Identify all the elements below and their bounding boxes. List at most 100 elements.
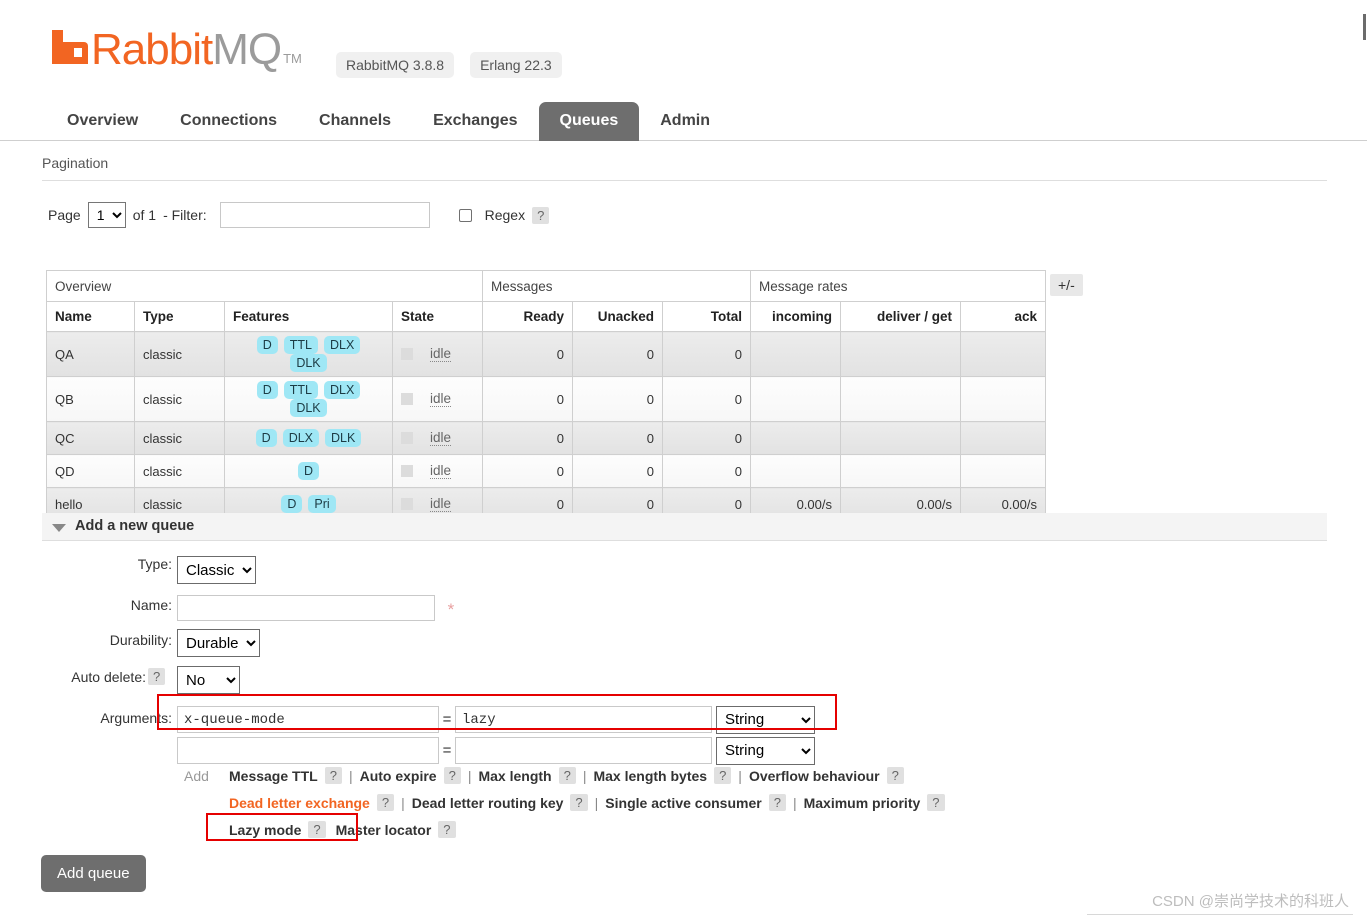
preset-master-locator[interactable]: Master locator bbox=[336, 822, 432, 838]
cell-total: 0 bbox=[662, 421, 751, 455]
argument-key-input-2[interactable] bbox=[177, 737, 439, 764]
preset-auto-expire-help-icon[interactable]: ? bbox=[443, 767, 461, 784]
toggle-columns-button[interactable]: +/- bbox=[1050, 274, 1083, 296]
state-label: idle bbox=[430, 346, 452, 362]
col-incoming[interactable]: incoming bbox=[750, 301, 841, 332]
preset-max-length-help-icon[interactable]: ? bbox=[558, 767, 576, 784]
preset-message-ttl-help-icon[interactable]: ? bbox=[324, 767, 342, 784]
add-queue-section-bar[interactable]: Add a new queue bbox=[42, 513, 1327, 541]
preset-dead-letter-routing-key[interactable]: Dead letter routing key bbox=[412, 795, 564, 811]
cell-incoming bbox=[750, 376, 841, 422]
preset-master-locator-help-icon[interactable]: ? bbox=[438, 821, 456, 838]
preset-overflow-behaviour[interactable]: Overflow behaviour bbox=[749, 768, 880, 784]
col-deliver-get[interactable]: deliver / get bbox=[840, 301, 961, 332]
preset-single-active-consumer[interactable]: Single active consumer bbox=[605, 795, 761, 811]
preset-dead-letter-exchange[interactable]: Dead letter exchange bbox=[229, 795, 370, 811]
group-header-overview: Overview bbox=[46, 270, 483, 302]
trademark-mark: TM bbox=[283, 51, 302, 66]
regex-checkbox[interactable] bbox=[458, 208, 472, 222]
argument-value-input-2[interactable] bbox=[455, 737, 712, 764]
group-header-message-rates: Message rates bbox=[750, 270, 1046, 302]
preset-row-1: Add Message TTL ? | Auto expire ? | Max … bbox=[0, 762, 1367, 789]
preset-message-ttl[interactable]: Message TTL bbox=[229, 768, 318, 784]
filter-label: - Filter: bbox=[163, 207, 207, 223]
auto-delete-select[interactable]: No bbox=[177, 666, 240, 694]
required-marker: * bbox=[447, 599, 455, 619]
cell-queue-name[interactable]: QD bbox=[46, 454, 135, 488]
cell-queue-name[interactable]: QA bbox=[46, 331, 135, 377]
form-row-name: Name: * bbox=[0, 591, 1367, 626]
name-input[interactable] bbox=[177, 595, 435, 621]
col-ready[interactable]: Ready bbox=[482, 301, 573, 332]
preset-separator-5: | bbox=[401, 794, 405, 811]
argument-type-select-2[interactable]: String bbox=[716, 736, 815, 765]
add-queue-button[interactable]: Add queue bbox=[41, 855, 146, 892]
cell-ack bbox=[960, 454, 1046, 488]
cell-queue-name[interactable]: QB bbox=[46, 376, 135, 422]
queues-table-body: QA classic D TTL DLXDLK idle 0 0 0 QB classic D TTL D… bbox=[46, 331, 1046, 521]
preset-dead-letter-routing-key-help-icon[interactable]: ? bbox=[570, 794, 588, 811]
page-total-label: of 1 bbox=[132, 207, 157, 223]
feature-tag: DLX bbox=[323, 381, 361, 399]
col-total[interactable]: Total bbox=[662, 301, 751, 332]
page-select[interactable]: 1 bbox=[87, 202, 126, 228]
cell-queue-name[interactable]: QC bbox=[46, 421, 135, 455]
version-badges: RabbitMQ 3.8.8 Erlang 22.3 bbox=[336, 52, 562, 78]
feature-tag: D bbox=[256, 381, 278, 399]
tab-admin[interactable]: Admin bbox=[639, 102, 731, 141]
col-name[interactable]: Name bbox=[46, 301, 135, 332]
tab-channels[interactable]: Channels bbox=[298, 102, 412, 141]
cell-unacked: 0 bbox=[572, 454, 663, 488]
cell-incoming bbox=[750, 454, 841, 488]
cell-total: 0 bbox=[662, 454, 751, 488]
preset-separator-2: | bbox=[467, 767, 472, 784]
page-header: RabbitMQ TM RabbitMQ 3.8.8 Erlang 22.3 bbox=[0, 0, 1367, 100]
preset-overflow-behaviour-help-icon[interactable]: ? bbox=[886, 767, 904, 784]
page-label: Page bbox=[48, 207, 81, 223]
tab-overview[interactable]: Overview bbox=[46, 102, 159, 141]
cell-queue-state: idle bbox=[392, 376, 483, 422]
preset-auto-expire[interactable]: Auto expire bbox=[360, 768, 437, 784]
tab-queues[interactable]: Queues bbox=[538, 102, 640, 141]
preset-dead-letter-exchange-help-icon[interactable]: ? bbox=[376, 794, 395, 811]
argument-type-select-1[interactable]: String bbox=[716, 705, 815, 734]
feature-tag: D bbox=[256, 336, 278, 354]
preset-lazy-mode-help-icon[interactable]: ? bbox=[308, 821, 326, 838]
preset-maximum-priority-help-icon[interactable]: ? bbox=[927, 794, 945, 811]
preset-lazy-mode[interactable]: Lazy mode bbox=[229, 822, 301, 838]
preset-max-length-bytes[interactable]: Max length bytes bbox=[593, 768, 707, 784]
col-features[interactable]: Features bbox=[224, 301, 393, 332]
preset-single-active-consumer-help-icon[interactable]: ? bbox=[768, 794, 786, 811]
feature-tag: DLX bbox=[282, 429, 320, 447]
add-queue-section-title: Add a new queue bbox=[75, 518, 195, 534]
col-ack[interactable]: ack bbox=[960, 301, 1046, 332]
col-unacked[interactable]: Unacked bbox=[572, 301, 663, 332]
type-select[interactable]: Classic bbox=[177, 556, 256, 584]
table-row[interactable]: QD classic Didle 0 0 0 bbox=[46, 454, 1046, 488]
feature-tag: Pri bbox=[308, 495, 336, 513]
rabbitmq-version-badge: RabbitMQ 3.8.8 bbox=[336, 52, 455, 78]
rabbitmq-logo[interactable]: RabbitMQ TM bbox=[52, 24, 302, 72]
feature-tag: D bbox=[281, 495, 303, 513]
table-row[interactable]: QA classic D TTL DLXDLK idle 0 0 0 bbox=[46, 331, 1046, 377]
auto-delete-help-icon[interactable]: ? bbox=[148, 668, 166, 686]
preset-max-length[interactable]: Max length bbox=[478, 768, 551, 784]
tab-connections[interactable]: Connections bbox=[159, 102, 298, 141]
argument-value-input-1[interactable] bbox=[455, 706, 712, 733]
preset-maximum-priority[interactable]: Maximum priority bbox=[804, 795, 921, 811]
regex-help-icon[interactable]: ? bbox=[532, 206, 550, 224]
tab-exchanges[interactable]: Exchanges bbox=[412, 102, 538, 141]
state-indicator-icon bbox=[401, 348, 413, 360]
argument-key-input-1[interactable] bbox=[177, 706, 439, 733]
erlang-version-badge: Erlang 22.3 bbox=[470, 52, 562, 78]
collapse-caret-icon[interactable] bbox=[52, 524, 66, 532]
table-row[interactable]: QC classic D DLX DLK idle 0 0 0 bbox=[46, 421, 1046, 455]
col-type[interactable]: Type bbox=[134, 301, 225, 332]
cell-queue-type: classic bbox=[134, 376, 225, 422]
table-row[interactable]: QB classic D TTL DLXDLK idle 0 0 0 bbox=[46, 376, 1046, 422]
col-state[interactable]: State bbox=[392, 301, 483, 332]
cell-queue-type: classic bbox=[134, 331, 225, 377]
filter-input[interactable] bbox=[219, 202, 430, 228]
durability-select[interactable]: Durable bbox=[177, 629, 260, 657]
preset-max-length-bytes-help-icon[interactable]: ? bbox=[714, 767, 732, 784]
